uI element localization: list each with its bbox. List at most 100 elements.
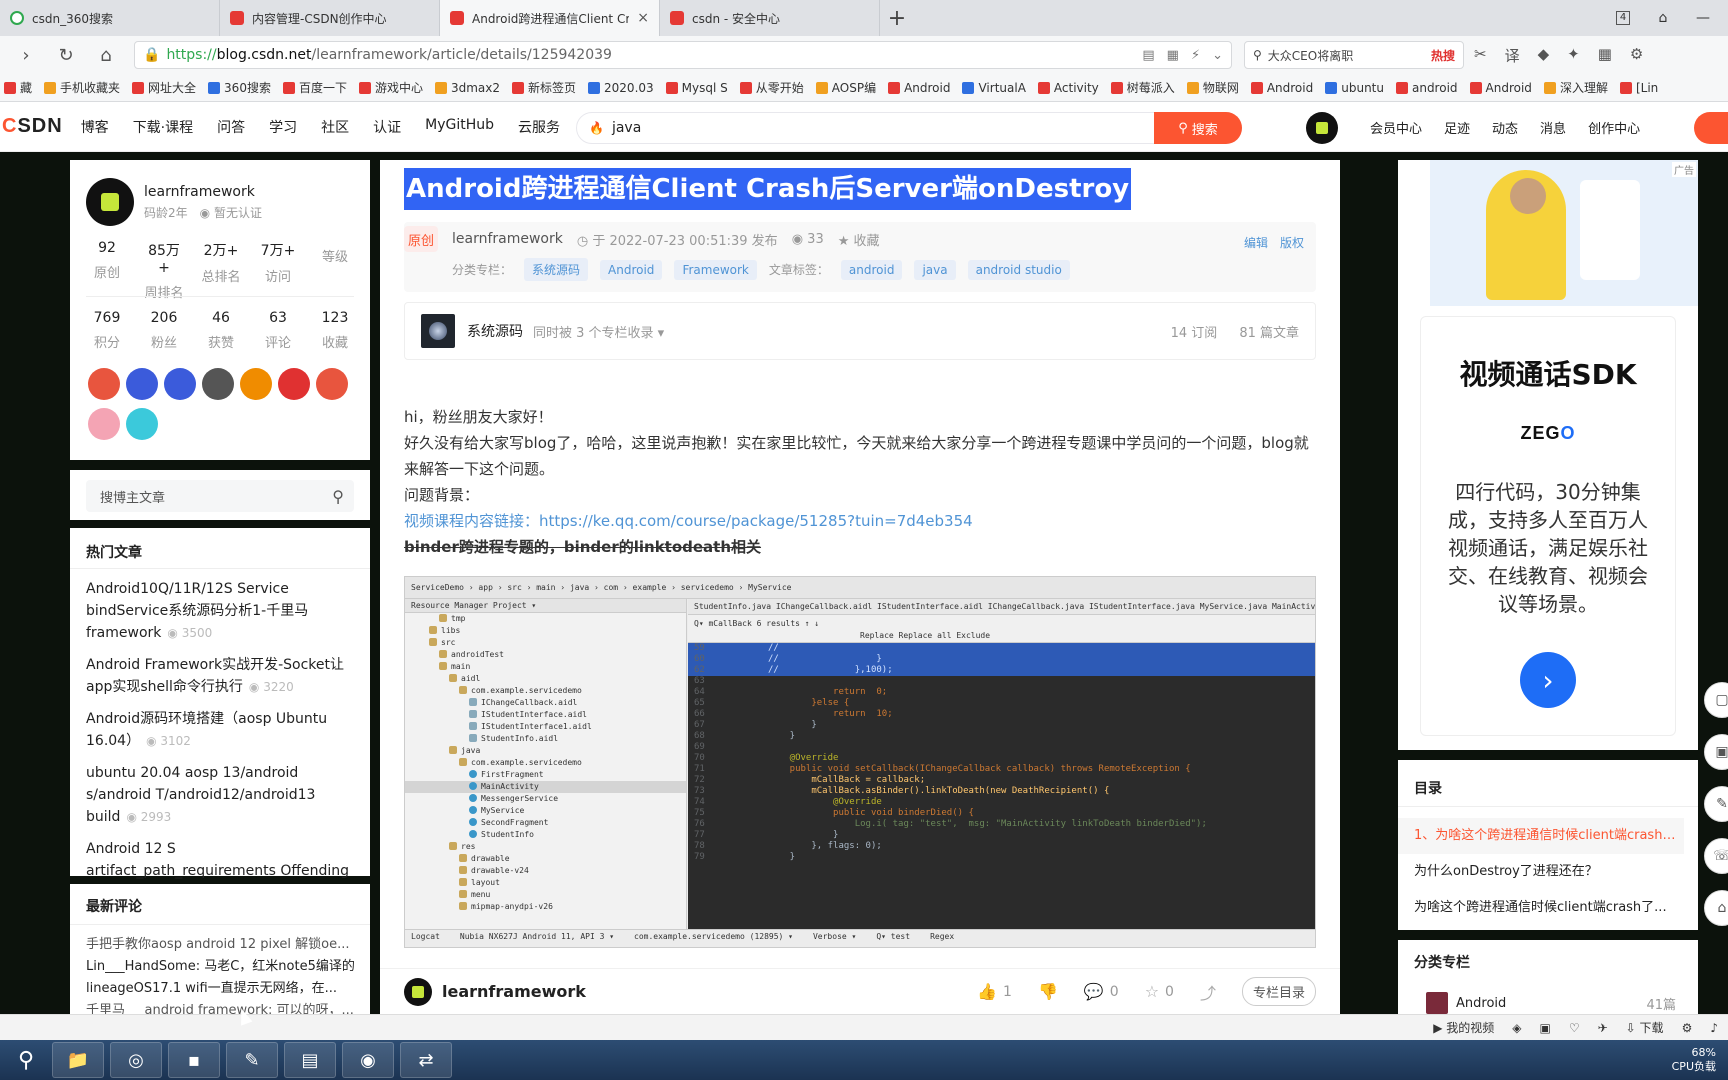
my-video-button[interactable]: ▶ 我的视频 [1433, 1019, 1494, 1036]
sdk-ad-card[interactable]: 视频通话SDK ZEGO 四行代码，30分钟集成，支持多人至百万人视频通话，满足… [1420, 316, 1676, 736]
chevron-down-icon[interactable]: ⌄ [1212, 48, 1223, 63]
achievement-badge-icon[interactable] [202, 368, 234, 400]
bookmark-item[interactable]: AOSP编 [815, 79, 876, 96]
column-included[interactable]: 同时被 3 个专栏收录 ▾ [533, 322, 664, 341]
game-icon[interactable]: ✦ [1567, 45, 1580, 66]
browser-tab[interactable]: Android跨进程通信Client Cras × [440, 0, 660, 36]
stat-item[interactable]: 46 获赞 [200, 310, 242, 351]
stat-item[interactable]: 2万+ 总排名 [200, 240, 242, 301]
bookmark-item[interactable]: 游戏中心 [358, 79, 423, 96]
bookmark-item[interactable]: 从零开始 [739, 79, 804, 96]
stat-item[interactable]: 92 原创 [86, 240, 128, 301]
bookmark-item[interactable]: 深入理解 [1543, 79, 1608, 96]
footer-avatar[interactable] [404, 977, 432, 1006]
stat-item[interactable]: 206 粉丝 [143, 310, 185, 351]
csdn-search-box[interactable]: 🔥 java ⚲ 搜索 [576, 112, 1242, 144]
bookmark-item[interactable]: 2020.03 [588, 81, 654, 95]
hot-search-label[interactable]: 热搜 [1431, 47, 1455, 64]
csdn-nav-item[interactable]: 社区 [321, 117, 349, 137]
favorite-button[interactable]: ☆ 0 [1145, 982, 1174, 1001]
ad-banner[interactable]: 广告 [1430, 160, 1698, 306]
achievement-badge-icon[interactable] [88, 368, 120, 400]
category-tag[interactable]: 系统源码 [524, 258, 589, 281]
home-icon[interactable]: ⌂ [86, 45, 126, 66]
apps-icon[interactable]: ▦ [1598, 45, 1612, 66]
translate-icon[interactable]: 译 [1505, 45, 1520, 66]
comment-item[interactable]: 手把手教你aosp android 12 pixel 解锁oe... [86, 934, 358, 956]
browser-tab[interactable]: csdn - 安全中心 [660, 0, 880, 36]
hot-article-item[interactable]: Android源码环境搭建（aosp Ubuntu 16.04） ◉ 3102 [86, 708, 358, 752]
stat-item[interactable]: 85万+ 周排名 [143, 240, 185, 301]
achievement-badge-icon[interactable] [316, 368, 348, 400]
author-avatar[interactable] [86, 178, 134, 226]
collect-button[interactable]: ★ 收藏 [838, 230, 880, 249]
footer-author[interactable]: learnframework [442, 982, 586, 1001]
user-avatar[interactable] [1306, 112, 1338, 144]
bookmark-item[interactable]: Activity [1037, 81, 1099, 95]
browser-tab[interactable]: csdn_360搜索 [0, 0, 220, 36]
csdn-nav-item[interactable]: MyGitHub [425, 117, 494, 137]
skin-icon[interactable]: ⌂ [1656, 10, 1670, 26]
network-app-icon[interactable]: ⇄ [400, 1042, 452, 1078]
search-icon[interactable]: ⚲ [6, 1040, 46, 1080]
browser-app-icon[interactable]: ◎ [110, 1042, 162, 1078]
reload-icon[interactable]: ↻ [46, 45, 86, 66]
stat-item[interactable]: 等级 [314, 240, 356, 301]
course-link[interactable]: 视频课程内容链接：https://ke.qq.com/course/packag… [404, 508, 1316, 534]
address-bar[interactable]: 🔒 https:// blog.csdn.net /learnframework… [134, 41, 1232, 69]
toc-item[interactable]: 1、为啥这个跨进程通信时候client端crash后... [1398, 818, 1684, 854]
shield-icon[interactable]: ◆ [1538, 45, 1550, 66]
csdn-search-button[interactable]: ⚲ 搜索 [1154, 112, 1242, 144]
minimize-button[interactable]: — [1696, 10, 1710, 26]
csdn-nav-item[interactable]: 下载·课程 [133, 117, 193, 137]
csdn-search-input[interactable]: java [612, 120, 641, 136]
bookmark-item[interactable]: 新标签页 [512, 79, 576, 96]
share-button[interactable]: ⤴ [1200, 980, 1216, 1004]
file-explorer-icon[interactable]: 📁 [52, 1042, 104, 1078]
side-float-button[interactable]: ⌂ [1704, 890, 1728, 926]
achievement-badge-icon[interactable] [126, 368, 158, 400]
side-float-button[interactable]: ☏ [1704, 838, 1728, 874]
achievement-badge-icon[interactable] [126, 408, 158, 440]
side-float-button[interactable]: ✎ [1704, 786, 1728, 822]
hot-article-item[interactable]: ubuntu 20.04 aosp 13/android s/android T… [86, 762, 358, 828]
shield-icon[interactable]: ◈ [1512, 1021, 1521, 1035]
meta-author[interactable]: learnframework [452, 231, 563, 247]
comment-item[interactable]: 千里马___android framework: 可以的呀，... [86, 1000, 358, 1014]
stat-item[interactable]: 769 积分 [86, 310, 128, 351]
bookmark-item[interactable]: ubuntu [1325, 81, 1384, 95]
bookmark-item[interactable]: VirtualA [962, 81, 1026, 95]
column-name[interactable]: 系统源码 [467, 321, 523, 341]
bookmark-item[interactable]: 百度一下 [282, 79, 347, 96]
bookmark-item[interactable]: 藏 [4, 79, 32, 96]
bookmark-item[interactable]: 树莓派入 [1110, 79, 1175, 96]
hot-article-item[interactable]: Android10Q/11R/12S Service bindService系统… [86, 578, 358, 644]
csdn-user-nav-item[interactable]: 足迹 [1444, 118, 1470, 137]
achievement-badge-icon[interactable] [88, 408, 120, 440]
csdn-user-nav-item[interactable]: 创作中心 [1588, 118, 1640, 137]
notepad-app-icon[interactable]: ▤ [284, 1042, 336, 1078]
bookmark-item[interactable]: Mysql S [665, 81, 728, 95]
browser-search-box[interactable]: ⚲ 大众CEO将离职 热搜 [1244, 41, 1464, 69]
terminal-app-icon[interactable]: ▪ [168, 1042, 220, 1078]
close-icon[interactable]: × [637, 10, 649, 26]
stat-item[interactable]: 7万+ 访问 [257, 240, 299, 301]
browser-tab[interactable]: 内容管理-CSDN创作中心 [220, 0, 440, 36]
forward-icon[interactable]: › [6, 45, 46, 66]
system-tray[interactable]: 68% CPU负载 [1672, 1046, 1716, 1074]
article-tag[interactable]: android studio [967, 259, 1070, 280]
bookmark-item[interactable]: Android [888, 81, 950, 95]
grid-icon[interactable]: ▦ [1167, 48, 1179, 63]
gear-icon[interactable]: ⚙ [1630, 45, 1643, 66]
bookmark-item[interactable]: Android [1469, 81, 1532, 95]
csdn-user-nav-item[interactable]: 动态 [1492, 118, 1518, 137]
side-float-button[interactable]: ▣ [1704, 734, 1728, 770]
plugin-icon[interactable]: ⚙ [1682, 1021, 1693, 1035]
obs-app-icon[interactable]: ◉ [342, 1042, 394, 1078]
edit-link[interactable]: 编辑 [1244, 234, 1268, 251]
scissors-icon[interactable]: ✂ [1474, 45, 1487, 66]
download-button[interactable]: ⇩ 下载 [1626, 1019, 1664, 1036]
author-name[interactable]: learnframework [144, 184, 262, 200]
csdn-nav-item[interactable]: 认证 [373, 117, 401, 137]
article-tag[interactable]: android [840, 259, 903, 280]
